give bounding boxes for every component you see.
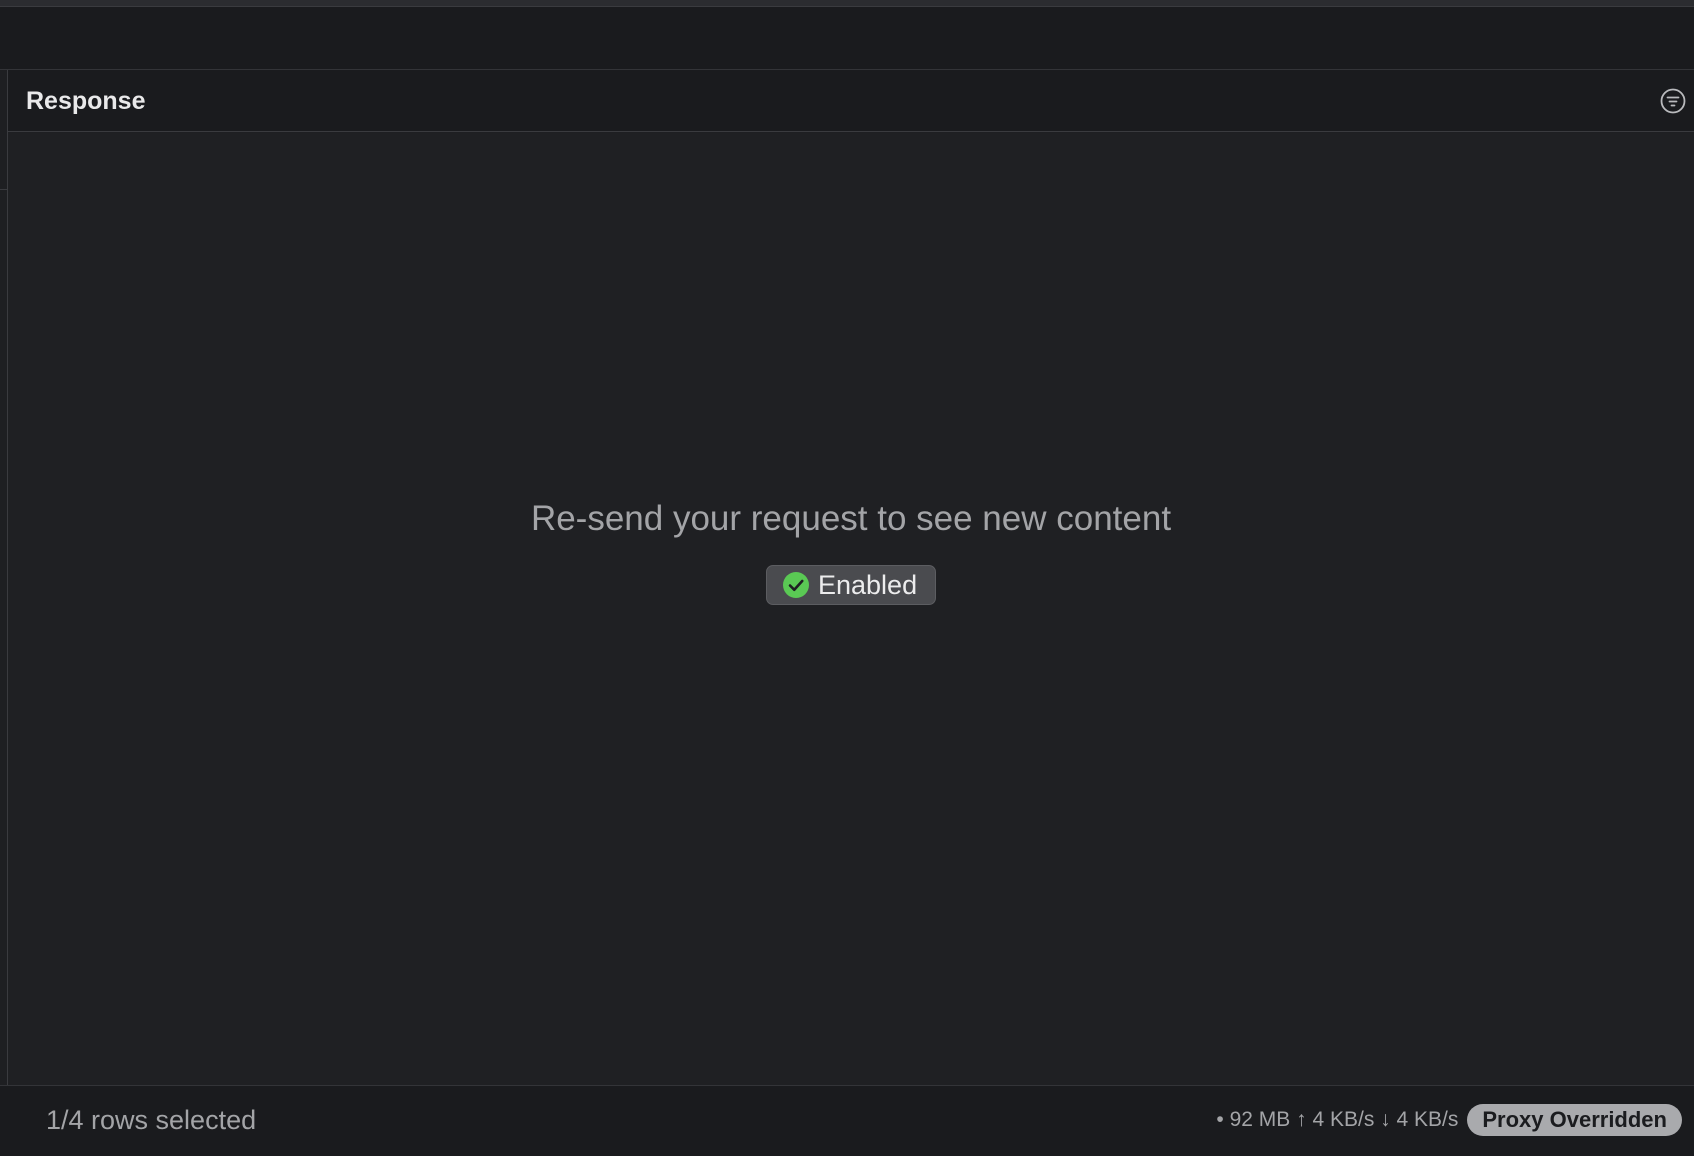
rows-selected-count: 1/4 rows selected [46,1105,257,1135]
app-window: Response Re-send your request to see new… [0,0,1694,1156]
empty-state-message: Re-send your request to see new content [530,499,1172,538]
check-circle-icon [783,572,809,598]
proxy-overridden-badge[interactable]: Proxy Overridden [1467,1104,1682,1136]
network-stats: • 92 MB ↑ 4 KB/s ↓ 4 KB/s [1216,1108,1459,1131]
status-right-group: • 92 MB ↑ 4 KB/s ↓ 4 KB/s Proxy Overridd… [1216,1103,1682,1137]
response-panel-header: Response [8,70,1694,132]
status-bar: 1/4 rows selected • 92 MB ↑ 4 KB/s ↓ 4 K… [0,1085,1694,1156]
left-pane-edge [0,133,7,190]
enabled-label: Enabled [818,570,918,600]
toolbar [0,7,1694,70]
panel-title: Response [26,87,146,115]
response-panel-body: Re-send your request to see new content … [8,133,1694,1085]
enabled-toggle-button[interactable]: Enabled [766,565,936,605]
filter-circle-icon[interactable] [1660,88,1686,114]
window-top-edge [0,0,1694,7]
